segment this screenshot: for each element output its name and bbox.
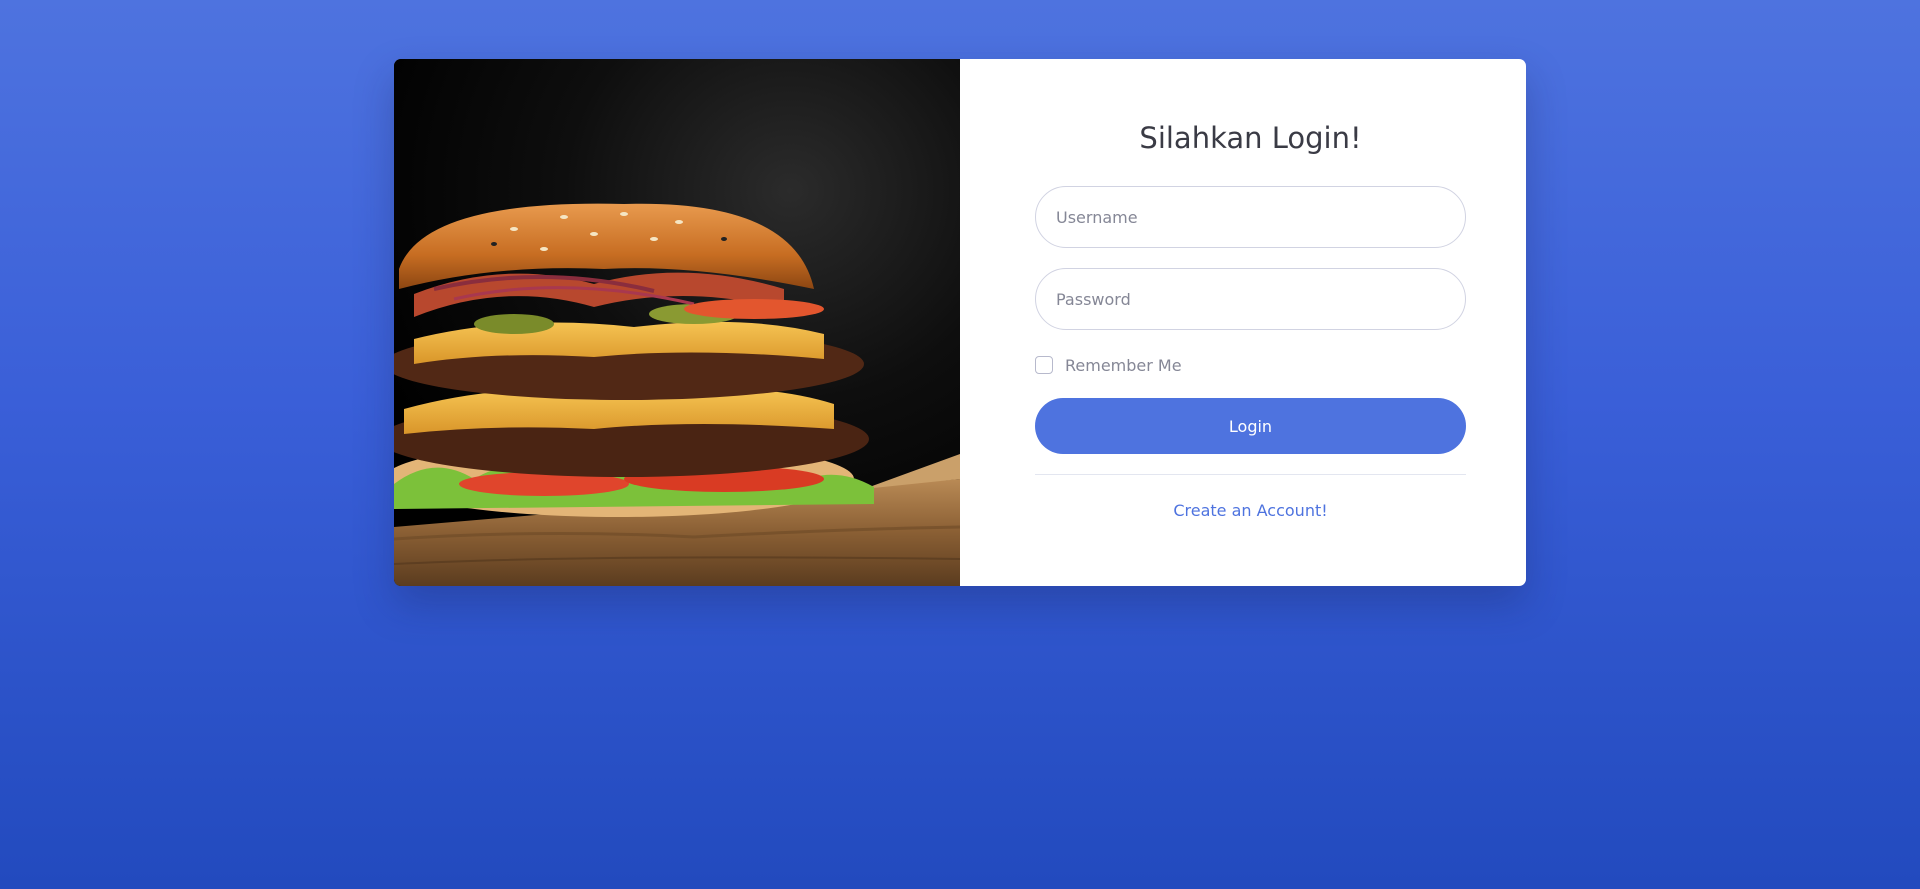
login-form-panel: Silahkan Login! Remember Me Login Create…	[960, 59, 1526, 586]
remember-me-label[interactable]: Remember Me	[1065, 356, 1182, 375]
login-form: Silahkan Login! Remember Me Login Create…	[1035, 117, 1466, 520]
password-input[interactable]	[1035, 268, 1466, 330]
login-card: Silahkan Login! Remember Me Login Create…	[394, 59, 1526, 586]
remember-me-checkbox[interactable]	[1035, 356, 1053, 374]
remember-me-row: Remember Me	[1035, 354, 1466, 376]
burger-image	[394, 59, 960, 586]
burger-illustration	[394, 59, 960, 586]
username-input[interactable]	[1035, 186, 1466, 248]
divider	[1035, 474, 1466, 475]
login-button[interactable]: Login	[1035, 398, 1466, 454]
page-title: Silahkan Login!	[1139, 121, 1362, 155]
create-account-link[interactable]: Create an Account!	[1035, 501, 1466, 520]
